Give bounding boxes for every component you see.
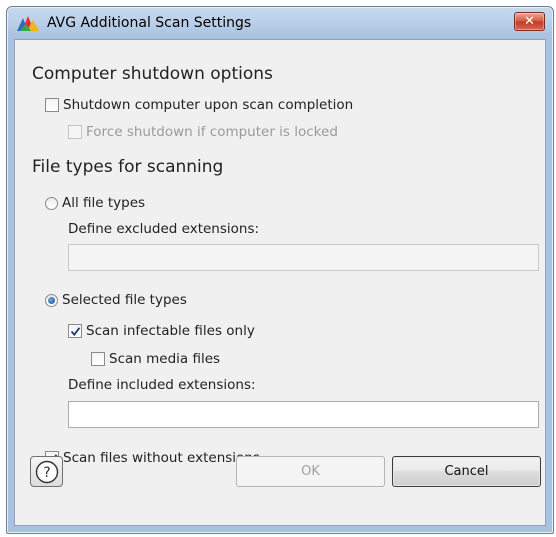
without-extensions-option[interactable]: Scan files without extensions (45, 450, 260, 466)
infectable-only-label: Scan infectable files only (86, 323, 255, 339)
shutdown-options-heading: Computer shutdown options (32, 64, 273, 84)
selected-file-types-option[interactable]: Selected file types (45, 292, 187, 308)
cancel-button[interactable]: Cancel (392, 456, 541, 487)
help-button[interactable]: ? (30, 456, 63, 487)
window-title: AVG Additional Scan Settings (47, 15, 252, 31)
media-files-option[interactable]: Scan media files (91, 351, 220, 367)
force-shutdown-checkbox (68, 125, 82, 139)
file-types-heading: File types for scanning (32, 157, 224, 177)
all-file-types-label: All file types (62, 195, 146, 211)
excluded-extensions-field[interactable] (68, 244, 539, 271)
help-icon: ? (35, 460, 58, 483)
selected-file-types-radio[interactable] (45, 293, 58, 307)
all-file-types-option[interactable]: All file types (45, 195, 145, 211)
avg-logo-icon (17, 16, 39, 31)
force-shutdown-option: Force shutdown if computer is locked (68, 124, 338, 140)
ok-button[interactable]: OK (236, 456, 385, 487)
checkmark-icon (70, 326, 80, 336)
svg-text:?: ? (43, 465, 50, 481)
title-bar[interactable]: AVG Additional Scan Settings ✕ (7, 7, 553, 39)
all-file-types-radio[interactable] (45, 196, 58, 210)
media-files-checkbox[interactable] (91, 352, 105, 366)
without-extensions-label: Scan files without extensions (63, 450, 260, 466)
shutdown-on-completion-label: Shutdown computer upon scan completion (63, 97, 354, 113)
shutdown-on-completion-checkbox[interactable] (45, 98, 59, 112)
excluded-extensions-label: Define excluded extensions: (68, 221, 260, 237)
shutdown-on-completion-option[interactable]: Shutdown computer upon scan completion (45, 97, 353, 113)
infectable-only-option[interactable]: Scan infectable files only (68, 323, 255, 339)
dialog-content: Computer shutdown options Shutdown compu… (14, 39, 546, 526)
close-icon: ✕ (524, 14, 535, 29)
selected-file-types-label: Selected file types (62, 292, 187, 308)
included-extensions-field[interactable] (68, 401, 539, 428)
force-shutdown-label: Force shutdown if computer is locked (86, 124, 338, 140)
media-files-label: Scan media files (109, 351, 221, 367)
close-button[interactable]: ✕ (514, 12, 545, 31)
dialog-window: AVG Additional Scan Settings ✕ Computer … (6, 6, 554, 534)
infectable-only-checkbox[interactable] (68, 324, 82, 338)
included-extensions-label: Define included extensions: (68, 377, 256, 393)
